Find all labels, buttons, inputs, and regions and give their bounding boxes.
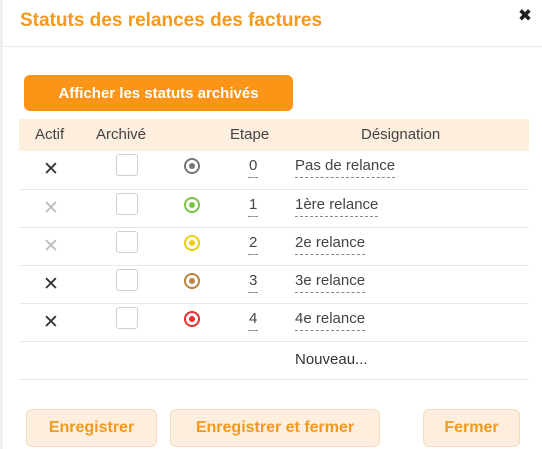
statuses-table: Actif Archivé Etape Désignation ✕ 0 Pas de…: [19, 119, 529, 380]
designation-value[interactable]: 4e relance: [295, 310, 366, 331]
column-header-step: Etape: [230, 126, 270, 143]
show-archived-statuses-button[interactable]: Afficher les statuts archivés: [24, 75, 293, 111]
designation-value[interactable]: Pas de relance: [295, 157, 396, 178]
active-toggle-icon[interactable]: ✕: [43, 197, 59, 220]
table-header: Actif Archivé Etape Désignation: [19, 119, 529, 151]
designation-value[interactable]: 2e relance: [295, 234, 366, 255]
archived-checkbox[interactable]: [116, 307, 138, 329]
archived-checkbox[interactable]: [116, 269, 138, 291]
new-status-link[interactable]: Nouveau...: [295, 351, 368, 368]
step-value[interactable]: 1: [248, 196, 259, 217]
close-icon[interactable]: ✖: [513, 4, 537, 28]
step-value[interactable]: 3: [248, 272, 259, 293]
archived-checkbox[interactable]: [116, 154, 138, 176]
step-value[interactable]: 4: [248, 310, 259, 331]
close-button[interactable]: Fermer: [423, 409, 520, 447]
header-divider: [3, 46, 542, 47]
column-header-archived: Archivé: [96, 126, 147, 143]
status-target-icon: [184, 235, 200, 251]
status-target-icon: [184, 273, 200, 289]
archived-checkbox[interactable]: [116, 231, 138, 253]
active-toggle-icon[interactable]: ✕: [43, 273, 59, 296]
invoice-reminder-statuses-dialog: Statuts des relances des factures ✖ Affi…: [3, 0, 542, 449]
save-button[interactable]: Enregistrer: [26, 409, 157, 447]
status-target-icon: [184, 197, 200, 213]
table-row: ✕ 3 3e relance: [19, 266, 529, 304]
new-status-row: Nouveau...: [19, 342, 529, 380]
archived-checkbox[interactable]: [116, 193, 138, 215]
table-row: ✕ 2 2e relance: [19, 228, 529, 266]
column-header-active: Actif: [35, 126, 65, 143]
table-row: ✕ 1 1ère relance: [19, 190, 529, 228]
status-target-icon: [184, 311, 200, 327]
active-toggle-icon[interactable]: ✕: [43, 158, 59, 181]
designation-value[interactable]: 3e relance: [295, 272, 366, 293]
column-header-designation: Désignation: [361, 126, 441, 143]
active-toggle-icon[interactable]: ✕: [43, 311, 59, 334]
table-row: ✕ 4 4e relance: [19, 304, 529, 342]
step-value[interactable]: 2: [248, 234, 259, 255]
step-value[interactable]: 0: [248, 157, 259, 178]
dialog-title: Statuts des relances des factures: [20, 10, 323, 31]
active-toggle-icon[interactable]: ✕: [43, 235, 59, 258]
designation-value[interactable]: 1ère relance: [295, 196, 379, 217]
save-and-close-button[interactable]: Enregistrer et fermer: [170, 409, 380, 447]
table-row: ✕ 0 Pas de relance: [19, 151, 529, 190]
status-target-icon: [184, 158, 200, 174]
